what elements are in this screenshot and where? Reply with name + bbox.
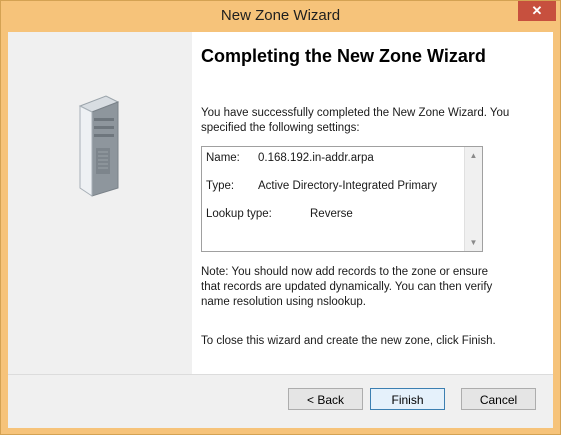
close-icon: ✕ — [531, 3, 543, 18]
server-tower-icon — [78, 95, 120, 197]
setting-value: Active Directory-Integrated Primary — [258, 180, 437, 192]
title-bar[interactable]: New Zone Wizard ✕ — [1, 1, 560, 32]
setting-label: Lookup type: — [206, 208, 272, 220]
page-title: Completing the New Zone Wizard — [201, 46, 486, 66]
wizard-side-panel — [8, 32, 192, 374]
intro-line-2: specified the following settings: — [201, 122, 360, 134]
scroll-up-icon[interactable]: ▲ — [465, 147, 482, 164]
wizard-client-area: Completing the New Zone Wizard You have … — [8, 32, 553, 428]
setting-label: Type: — [206, 180, 235, 192]
setting-value: Reverse — [310, 208, 353, 220]
finish-button[interactable]: Finish — [370, 388, 445, 410]
finish-instruction: To close this wizard and create the new … — [201, 335, 496, 347]
wizard-window: New Zone Wizard ✕ Completing the New Zon… — [0, 0, 561, 435]
back-button[interactable]: < Back — [288, 388, 363, 410]
note-text: Note: You should now add records to the … — [201, 265, 492, 310]
setting-value: 0.168.192.in-addr.arpa — [258, 152, 374, 164]
scroll-down-icon[interactable]: ▼ — [465, 234, 482, 251]
settings-summary-box[interactable]: Name: 0.168.192.in-addr.arpa Type: Activ… — [201, 146, 483, 252]
note-line-2: that records are updated dynamically. Yo… — [201, 281, 493, 293]
note-line-1: Note: You should now add records to the … — [201, 266, 489, 278]
window-title: New Zone Wizard — [220, 7, 341, 24]
wizard-content: Completing the New Zone Wizard You have … — [192, 32, 553, 374]
footer-divider — [8, 374, 553, 375]
intro-line-1: You have successfully completed the New … — [201, 107, 510, 119]
cancel-button[interactable]: Cancel — [461, 388, 536, 410]
close-button[interactable]: ✕ — [518, 1, 556, 21]
note-line-3: name resolution using nslookup. — [201, 296, 366, 308]
vertical-scrollbar[interactable]: ▲ ▼ — [464, 147, 482, 251]
setting-label: Name: — [206, 152, 240, 164]
intro-text: You have successfully completed the New … — [201, 106, 509, 136]
